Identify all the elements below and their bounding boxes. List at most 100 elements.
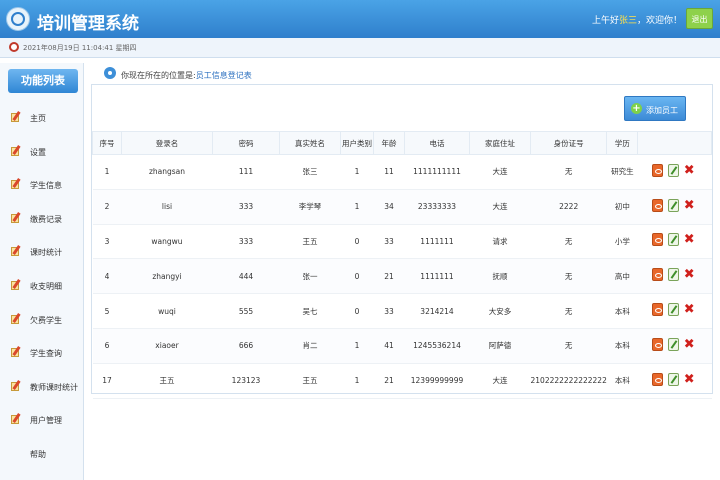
row-actions: ✖ [651,163,698,178]
edit-icon[interactable] [667,268,679,282]
delete-icon[interactable]: ✖ [684,373,695,386]
greeting: 上午好张三，欢迎你！ [592,13,682,26]
sidebar-item-class-hours[interactable]: 课时统计 [0,236,84,270]
cell-phone: 3214214 [404,293,470,329]
cell-real-name: 肖二 [279,328,341,364]
edit-icon[interactable] [667,163,679,177]
column-header: 密码 [212,131,280,155]
cell-id-number: 2222 [530,189,607,225]
cell-login: zhangsan [121,154,213,190]
cell-phone: 23333333 [404,189,470,225]
delete-icon[interactable]: ✖ [684,233,695,246]
view-icon[interactable] [651,198,663,212]
view-icon[interactable] [651,372,663,386]
delete-icon[interactable]: ✖ [684,199,695,212]
column-header: 序号 [92,131,122,155]
breadcrumb-current[interactable]: 员工信息登记表 [196,71,252,80]
cell-password: 666 [212,328,280,364]
cell-password: 444 [212,258,280,295]
sidebar-item-label: 学生查询 [30,349,62,359]
delete-icon[interactable]: ✖ [684,338,695,351]
cell-address: 大连 [469,189,531,225]
cell-address: 大连 [469,363,531,399]
view-icon[interactable] [651,233,663,247]
cell-real-name: 张三 [279,154,341,190]
table-row: 3 wangwu 333 王五 0 33 1111111 请求 无 小学 ✖ [92,224,712,260]
cell-login: 王五 [121,363,213,399]
cell-education: 本科 [606,328,638,364]
edit-icon[interactable] [667,233,679,247]
cell-user-type: 0 [340,258,374,295]
pencil-note-icon [11,313,21,325]
cell-id-number: 无 [530,258,607,295]
edit-icon[interactable] [667,198,679,212]
sidebar-item-label: 设置 [30,147,46,157]
logo-icon [6,7,30,31]
cell-education: 本科 [606,293,638,329]
sidebar-item-arrears[interactable]: 欠费学生 [0,304,84,338]
view-icon[interactable] [651,163,663,177]
sidebar-item-home[interactable]: 主页 [0,102,84,136]
cell-user-type: 1 [340,328,374,364]
add-employee-button[interactable]: + 添加员工 [624,96,686,121]
sidebar-item-label: 教师课时统计 [30,382,78,392]
sidebar-item-teacher-hours[interactable]: 教师课时统计 [0,371,84,405]
location-icon [104,67,116,79]
row-actions: ✖ [651,303,698,317]
cell-password: 555 [212,293,280,329]
app-header: 培训管理系统 上午好张三，欢迎你！ 退出 [0,0,720,38]
table-row: 4 zhangyi 444 张一 0 21 1111111 抚顺 无 高中 ✖ [92,258,712,295]
cell-id: 17 [92,363,122,399]
logout-button[interactable]: 退出 [686,8,713,29]
view-icon[interactable] [651,337,663,351]
cell-login: wangwu [121,224,213,260]
cell-education: 初中 [606,189,638,225]
sidebar-item-settings[interactable]: 设置 [0,136,84,170]
column-header: 用户类别 [340,131,374,155]
cell-login: wuqi [121,293,213,329]
cell-age: 33 [373,224,405,260]
sidebar-item-income-expense[interactable]: 收支明细 [0,270,84,304]
cell-real-name: 张一 [279,258,341,295]
cell-education: 小学 [606,224,638,260]
pencil-note-icon [11,145,21,157]
sidebar-item-student-info[interactable]: 学生信息 [0,169,84,203]
sidebar-item-payment-records[interactable]: 缴费记录 [0,203,84,237]
cell-actions: ✖ [637,224,712,260]
sidebar-item-student-search[interactable]: 学生查询 [0,337,84,371]
view-icon[interactable] [651,303,663,317]
pencil-note-icon [11,413,21,425]
cell-login: lisi [121,189,213,225]
breadcrumb: 你现在所在的位置是:员工信息登记表 [121,70,252,81]
sidebar-item-help[interactable]: 帮助 [0,438,84,472]
cell-phone: 12399999999 [404,363,470,399]
delete-icon[interactable]: ✖ [684,164,695,177]
sidebar-item-label: 课时统计 [30,248,62,258]
cell-age: 11 [373,154,405,190]
sidebar: 功能列表 主页 设置 学生信息 缴费记录 课时统计 收支明细 欠费学生 学生查询… [0,63,84,480]
cell-address: 大连 [469,154,531,190]
edit-icon[interactable] [667,372,679,386]
cell-id-number: 无 [530,224,607,260]
view-icon[interactable] [651,268,663,282]
sidebar-item-label: 缴费记录 [30,214,62,224]
cell-address: 请求 [469,224,531,260]
greeting-suffix: ，欢迎你！ [636,16,682,26]
cell-id: 3 [92,224,122,260]
cell-address: 阿萨德 [469,328,531,364]
cell-age: 21 [373,258,405,295]
cell-id: 4 [92,258,122,295]
edit-icon[interactable] [667,337,679,351]
clock-icon [9,42,19,52]
edit-icon[interactable] [667,303,679,317]
column-header: 电话 [404,131,470,155]
column-header: 身份证号 [529,131,608,155]
delete-icon[interactable]: ✖ [684,268,695,281]
cell-actions: ✖ [637,189,712,225]
pencil-note-icon [11,111,21,123]
cell-real-name: 吴七 [279,293,341,329]
column-header: 学历 [606,131,639,155]
sidebar-item-user-management[interactable]: 用户管理 [0,404,84,438]
cell-phone: 1111111111 [404,154,470,190]
delete-icon[interactable]: ✖ [684,303,695,316]
